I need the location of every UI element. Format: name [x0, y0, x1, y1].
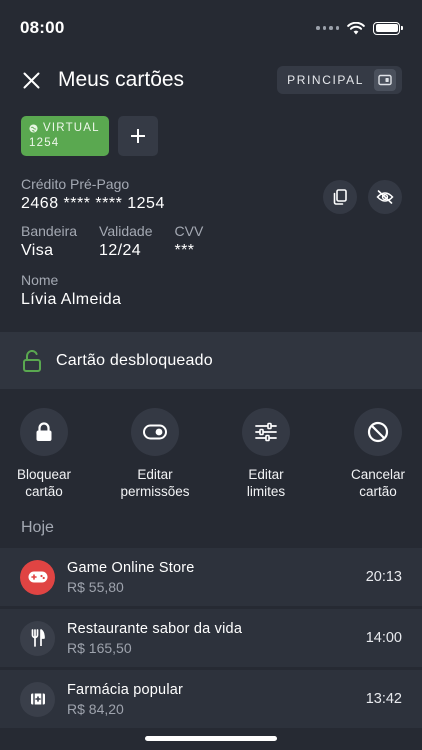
cancel-card-button[interactable]: Cancelar cartão [333, 408, 422, 500]
card-actions: Bloquear cartão Editar permissões Editar… [0, 408, 422, 504]
signal-icon [316, 26, 339, 30]
validity-value: 12/24 [99, 242, 142, 259]
edit-limits-label: Editar limites [246, 467, 286, 499]
page-title: Meus cartões [58, 68, 185, 91]
section-title-today: Hoje [21, 519, 54, 536]
brand-label: Bandeira [21, 223, 78, 239]
copy-icon [333, 189, 347, 205]
cvv-label: CVV [174, 223, 204, 239]
card-status-text: Cartão desbloqueado [56, 351, 213, 369]
brand-value: Visa [21, 242, 54, 259]
first-aid-icon [30, 693, 45, 705]
name-value: Lívia Almeida [21, 291, 122, 308]
principal-button[interactable]: PRINCIPAL [277, 66, 402, 94]
cancel-card-label: Cancelar cartão [350, 467, 406, 499]
card-last-digits: 1254 [29, 137, 60, 149]
transaction-name: Game Online Store [67, 559, 195, 576]
transaction-name: Restaurante sabor da vida [67, 620, 243, 637]
transaction-item[interactable]: Game Online Store R$ 55,80 20:13 [0, 548, 422, 606]
eye-off-icon [376, 190, 394, 204]
virtual-card-chip[interactable]: VIRTUAL 1254 [21, 116, 109, 156]
card-type-label: VIRTUAL [43, 122, 100, 134]
transaction-list: Game Online Store R$ 55,80 20:13 Restaur… [0, 548, 422, 731]
brand-field: Bandeira Visa [21, 223, 77, 260]
status-time: 08:00 [20, 18, 65, 37]
close-button[interactable] [20, 69, 42, 91]
hide-data-button[interactable] [368, 180, 402, 214]
globe-icon [29, 124, 38, 133]
block-card-label: Bloquear cartão [16, 467, 72, 499]
transaction-item[interactable]: Farmácia popular R$ 84,20 13:42 [0, 670, 422, 728]
cvv-field: CVV *** [175, 223, 204, 260]
transaction-time: 20:13 [365, 569, 402, 585]
validity-label: Validade [99, 223, 153, 239]
sliders-icon [255, 422, 277, 442]
cvv-value: *** [174, 242, 195, 259]
transaction-amount: R$ 165,50 [67, 639, 132, 656]
unlocked-icon [23, 349, 41, 372]
name-field: Nome Lívia Almeida [21, 272, 121, 309]
add-card-button[interactable] [118, 116, 158, 156]
transaction-name: Farmácia popular [67, 681, 184, 698]
home-indicator [145, 736, 277, 741]
plus-icon [131, 129, 145, 143]
close-icon [23, 72, 39, 88]
card-badge-icon [374, 69, 396, 91]
toggle-icon [143, 424, 167, 440]
header: Meus cartões PRINCIPAL [0, 58, 422, 102]
transaction-amount: R$ 84,20 [67, 700, 124, 717]
edit-permissions-button[interactable]: Editar permissões [110, 408, 200, 500]
copy-button[interactable] [323, 180, 357, 214]
block-icon [367, 421, 389, 443]
transaction-time: 14:00 [365, 630, 402, 646]
lock-icon [36, 422, 52, 441]
card-selector: VIRTUAL 1254 [21, 116, 158, 156]
principal-label: PRINCIPAL [287, 73, 364, 87]
transaction-time: 13:42 [365, 691, 402, 707]
status-icons [316, 21, 403, 35]
edit-permissions-label: Editar permissões [120, 467, 190, 499]
wifi-icon [347, 21, 365, 34]
card-details: Bandeira Visa Validade 12/24 CVV *** [21, 223, 225, 260]
name-label: Nome [21, 272, 59, 288]
cutlery-icon [31, 629, 45, 647]
validity-field: Validade 12/24 [99, 223, 152, 260]
transaction-amount: R$ 55,80 [67, 578, 124, 595]
card-info-actions [323, 180, 402, 214]
gamepad-icon [28, 571, 47, 583]
edit-limits-button[interactable]: Editar limites [221, 408, 311, 500]
block-card-button[interactable]: Bloquear cartão [0, 408, 89, 500]
transaction-item[interactable]: Restaurante sabor da vida R$ 165,50 14:0… [0, 609, 422, 667]
status-bar: 08:00 [0, 0, 422, 56]
battery-icon [373, 21, 403, 35]
card-status-bar: Cartão desbloqueado [0, 332, 422, 389]
